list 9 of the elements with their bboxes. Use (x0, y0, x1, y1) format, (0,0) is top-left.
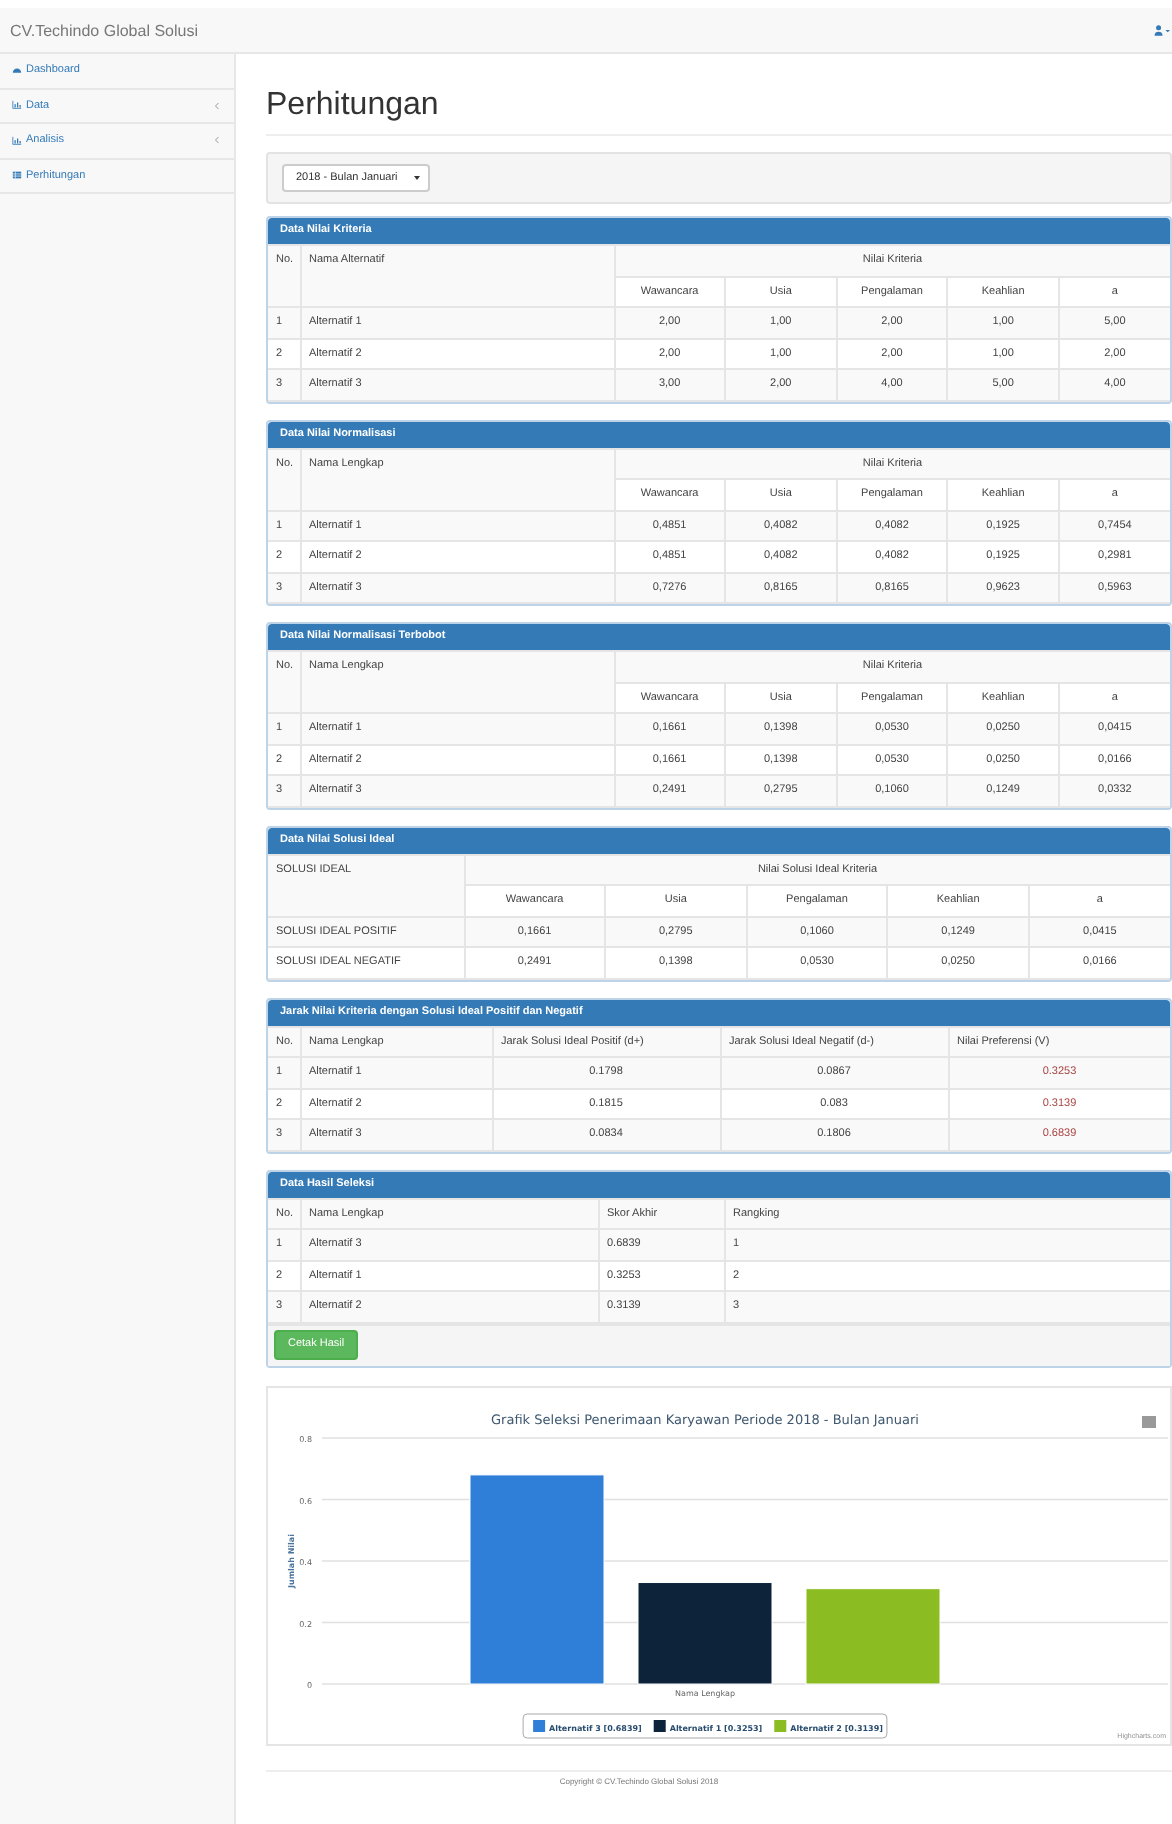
bar-chart-icon (12, 100, 22, 111)
user-menu-icon[interactable] (1154, 24, 1170, 36)
dashboard-icon (12, 65, 22, 76)
brand-name[interactable]: CV.Techindo Global Solusi (10, 21, 198, 39)
table-icon (12, 170, 22, 181)
menu-icon[interactable] (1142, 1415, 1156, 1427)
caret-icon (413, 176, 420, 180)
page-title: Perhitungan (266, 88, 1172, 136)
bar-chart-icon (12, 135, 22, 146)
